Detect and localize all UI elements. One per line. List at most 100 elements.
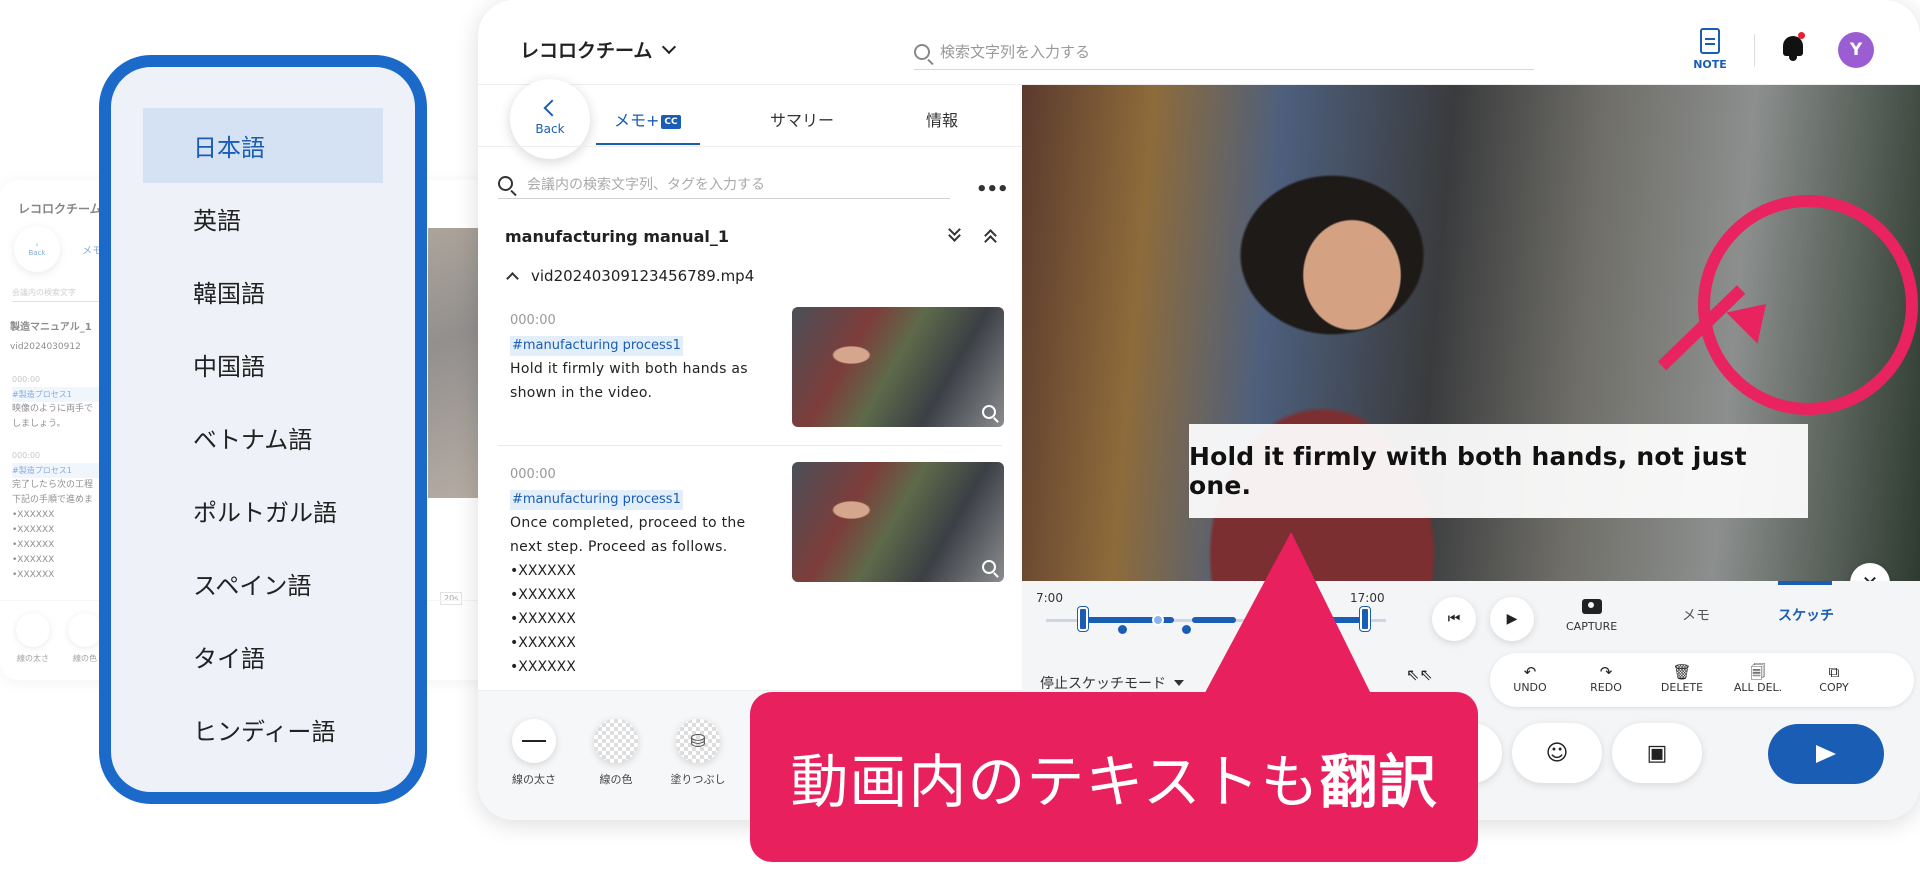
multi-select-cursor-icon[interactable]: ⇖⇖ [1406, 665, 1433, 684]
language-item-thai[interactable]: タイ語 [143, 619, 383, 694]
timeline-marker[interactable] [1182, 625, 1191, 634]
emoji-icon[interactable]: ☺ [1512, 723, 1602, 783]
tool-label: 線の太さ [512, 773, 556, 786]
note-label: NOTE [1693, 58, 1727, 71]
document-icon [1700, 28, 1720, 54]
memo-item[interactable]: 000:00 #manufacturing process1 Hold it f… [510, 309, 770, 405]
capture-button[interactable]: CAPTURE [1566, 599, 1617, 633]
timeline-start-time: 7:00 [1036, 591, 1063, 605]
memo-text: Hold it firmly with both hands as shown … [510, 361, 748, 401]
send-button[interactable] [1768, 724, 1884, 784]
global-search[interactable]: 検索文字列を入力する [914, 34, 1534, 70]
memo-bullet: •XXXXXX [510, 659, 576, 675]
delete-button[interactable]: 🗑 DELETE [1652, 663, 1712, 694]
image-icon[interactable]: ▣ [1612, 723, 1702, 783]
section-title: manufacturing manual_1 [505, 227, 729, 246]
redo-label: REDO [1590, 681, 1622, 694]
tool-fill[interactable]: ⛁ 塗りつぶし [668, 719, 728, 787]
meeting-search-input[interactable]: 会議内の検索文字列、タグを入力する [498, 169, 950, 199]
background-tool-label: 線の太さ [17, 654, 49, 663]
memo-item[interactable]: 000:00 #manufacturing process1 Once comp… [510, 463, 770, 679]
background-note: 000:00 #製造プロセス1 完了したら次の工程 下記の手順で進めま •XXX… [12, 448, 112, 583]
color-swatch-icon [594, 719, 638, 763]
tabs-divider [478, 146, 1022, 147]
tab-summary[interactable]: サマリー [770, 107, 834, 131]
memo-time: 000:00 [510, 467, 556, 482]
line-width-icon [522, 740, 546, 742]
active-tab-indicator [596, 143, 700, 145]
language-item-japanese[interactable]: 日本語 [143, 108, 383, 183]
zoom-in-icon[interactable] [982, 560, 996, 574]
memo-thumbnail[interactable] [792, 307, 1004, 427]
send-icon [1816, 745, 1836, 763]
background-team-name: レコロクチーム [18, 202, 102, 216]
tab-memo-cc[interactable]: メモ+ CC [614, 107, 681, 131]
undo-label: UNDO [1513, 681, 1547, 694]
back-button[interactable]: Back [510, 79, 590, 159]
stop-sketch-mode-select[interactable]: 停止スケッチモード [1040, 673, 1184, 693]
memo-time: 000:00 [510, 313, 556, 328]
redo-button[interactable]: ↷ REDO [1576, 663, 1636, 694]
active-mode-indicator [1778, 581, 1832, 585]
memo-tag[interactable]: #manufacturing process1 [510, 336, 683, 356]
delete-all-label: ALL DEL. [1733, 681, 1783, 694]
timeline-playhead[interactable] [1152, 614, 1164, 626]
user-avatar[interactable]: Y [1838, 32, 1874, 68]
more-options-icon[interactable]: ••• [976, 179, 1009, 200]
background-note: 000:00 #製造プロセス1 映像のように両手で しましょう。 [12, 372, 112, 432]
tab-info[interactable]: 情報 [926, 107, 958, 131]
global-search-placeholder: 検索文字列を入力する [940, 43, 1091, 61]
timeline-start-handle[interactable] [1078, 607, 1088, 631]
cc-badge: CC [661, 115, 681, 129]
notification-bell-icon[interactable] [1782, 32, 1805, 62]
background-note-time: 000:00 [12, 375, 41, 384]
background-note-text: 完了したら次の工程 下記の手順で進めま •XXXXXX •XXXXXX •XXX… [12, 480, 94, 580]
language-item-portuguese[interactable]: ポルトガル語 [143, 473, 383, 548]
team-selector[interactable]: レコロクチーム [520, 36, 677, 63]
undo-button[interactable]: ↶ UNDO [1500, 663, 1560, 694]
language-item-vietnamese[interactable]: ベトナム語 [143, 400, 383, 475]
play-icon[interactable]: ▶ [1490, 597, 1534, 641]
team-name: レコロクチーム [520, 40, 653, 62]
redo-icon: ↷ [1599, 663, 1613, 681]
language-list-panel: 日本語 英語 韓国語 中国語 ベトナム語 ポルトガル語 スペイン語 タイ語 ヒン… [99, 55, 427, 804]
tab-memo-label: メモ+ [614, 111, 660, 130]
memo-separator [498, 445, 1002, 446]
tool-line-width[interactable]: 線の太さ [504, 719, 564, 787]
chevron-up-icon [506, 271, 519, 285]
mode-tab-sketch[interactable]: スケッチ [1778, 605, 1834, 625]
note-button[interactable]: NOTE [1688, 28, 1732, 71]
background-tool-label: 線の色 [73, 654, 97, 663]
paint-bucket-icon: ⛁ [676, 719, 720, 763]
zoom-in-icon[interactable] [982, 405, 996, 419]
language-item-spanish[interactable]: スペイン語 [143, 546, 383, 621]
expand-all-icon[interactable] [948, 223, 961, 242]
video-player[interactable]: Hold it firmly with both hands, not just… [1022, 85, 1920, 581]
skip-back-icon[interactable]: ⏮ [1432, 597, 1476, 641]
tool-line-color[interactable]: 線の色 [586, 719, 646, 787]
delete-all-button[interactable]: 🗐 ALL DEL. [1728, 663, 1788, 694]
translation-callout: 動画内のテキストも 翻訳 [750, 692, 1478, 862]
language-item-hindi[interactable]: ヒンディー語 [143, 692, 383, 767]
collapse-all-icon[interactable] [984, 229, 997, 248]
timeline-marker[interactable] [1118, 625, 1127, 634]
language-item-korean[interactable]: 韓国語 [143, 254, 383, 329]
background-back-button: ‹ Back [14, 226, 60, 272]
tool-label: 塗りつぶし [670, 773, 726, 786]
copy-button[interactable]: ⧉ COPY [1804, 663, 1864, 694]
language-item-english[interactable]: 英語 [143, 181, 383, 256]
mode-tab-memo[interactable]: メモ [1682, 605, 1710, 625]
language-item-chinese[interactable]: 中国語 [143, 327, 383, 402]
undo-icon: ↶ [1523, 663, 1537, 681]
memo-thumbnail[interactable] [792, 462, 1004, 582]
background-note-tag: #製造プロセス1 [12, 387, 112, 402]
tool-label: 線の色 [599, 773, 633, 786]
camera-icon [1581, 599, 1602, 614]
file-row[interactable]: vid20240309123456789.mp4 [506, 267, 754, 285]
callout-emphasis: 翻訳 [1319, 748, 1438, 816]
memo-tag[interactable]: #manufacturing process1 [510, 490, 683, 510]
background-file-name: vid2024030912 [10, 342, 81, 352]
callout-text: 動画内のテキストも [790, 748, 1320, 816]
search-icon [914, 43, 930, 60]
callout-tail [1200, 532, 1412, 702]
